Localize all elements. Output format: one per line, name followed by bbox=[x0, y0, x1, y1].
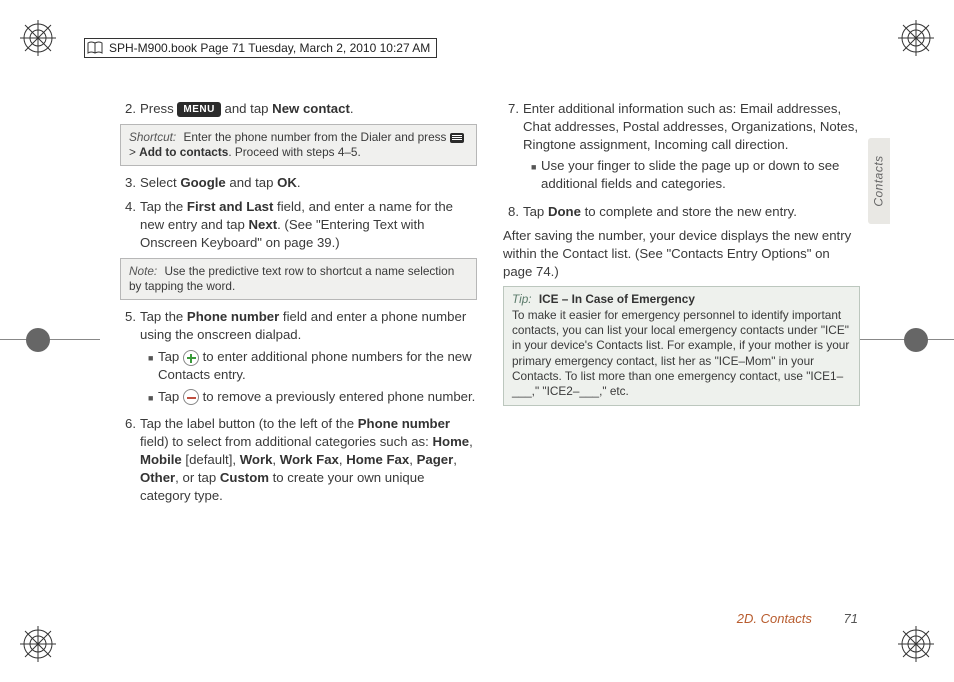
square-bullet-icon: ■ bbox=[531, 157, 541, 193]
menu-button-icon: MENU bbox=[177, 102, 220, 118]
registration-mark-icon bbox=[20, 20, 56, 56]
step-4: 4. Tap the First and Last field, and ent… bbox=[120, 198, 477, 251]
after-save-paragraph: After saving the number, your device dis… bbox=[503, 227, 860, 280]
framemaker-header: SPH-M900.book Page 71 Tuesday, March 2, … bbox=[84, 38, 437, 58]
section-tab: Contacts bbox=[868, 138, 890, 224]
plus-circle-icon bbox=[183, 350, 199, 366]
step-7: 7. Enter additional information such as:… bbox=[503, 100, 860, 197]
step-7-sub: ■ Use your finger to slide the page up o… bbox=[531, 157, 860, 193]
step-6: 6. Tap the label button (to the left of … bbox=[120, 415, 477, 504]
menu-hamburger-icon bbox=[450, 133, 464, 143]
book-icon bbox=[87, 41, 103, 55]
step-3: 3. Select Google and tap OK. bbox=[120, 174, 477, 192]
step-5-sub-plus: ■ Tap to enter additional phone numbers … bbox=[148, 348, 477, 384]
square-bullet-icon: ■ bbox=[148, 388, 158, 406]
step-5-sub-minus: ■ Tap to remove a previously entered pho… bbox=[148, 388, 477, 406]
left-column: 2. Press MENU and tap New contact. Short… bbox=[120, 100, 477, 511]
registration-mark-icon bbox=[898, 20, 934, 56]
shortcut-callout: Shortcut: Enter the phone number from th… bbox=[120, 124, 477, 167]
step-2: 2. Press MENU and tap New contact. bbox=[120, 100, 477, 118]
tip-title: ICE – In Case of Emergency bbox=[539, 292, 695, 306]
manual-page: SPH-M900.book Page 71 Tuesday, March 2, … bbox=[0, 0, 954, 682]
right-column: 7. Enter additional information such as:… bbox=[503, 100, 860, 511]
registration-mark-icon bbox=[20, 626, 56, 662]
registration-mark-icon bbox=[898, 626, 934, 662]
header-text: SPH-M900.book Page 71 Tuesday, March 2, … bbox=[109, 41, 430, 55]
step-8: 8. Tap Done to complete and store the ne… bbox=[503, 203, 860, 221]
tip-body: To make it easier for emergency personne… bbox=[512, 308, 849, 399]
registration-dot-icon bbox=[20, 322, 56, 358]
square-bullet-icon: ■ bbox=[148, 348, 158, 384]
step-5: 5. Tap the Phone number field and enter … bbox=[120, 308, 477, 409]
tip-callout: Tip: ICE – In Case of Emergency To make … bbox=[503, 286, 860, 405]
footer-section: 2D. Contacts bbox=[737, 611, 812, 626]
minus-circle-icon bbox=[183, 389, 199, 405]
footer-page-number: 71 bbox=[844, 611, 858, 626]
registration-dot-icon bbox=[898, 322, 934, 358]
section-tab-label: Contacts bbox=[872, 155, 886, 206]
note-callout: Note: Use the predictive text row to sho… bbox=[120, 258, 477, 301]
page-footer: 2D. Contacts 71 bbox=[737, 611, 858, 626]
body-columns: 2. Press MENU and tap New contact. Short… bbox=[120, 100, 860, 511]
